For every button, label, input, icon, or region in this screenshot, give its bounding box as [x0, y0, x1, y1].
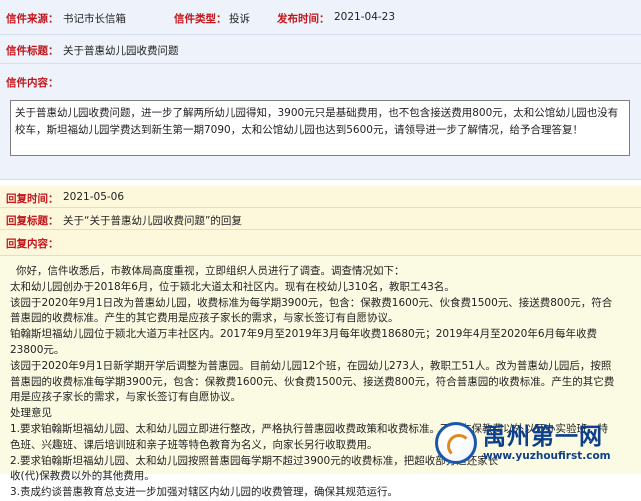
letter-source-label: 信件来源：: [6, 13, 59, 25]
reply-content-label: 回复内容：: [6, 238, 59, 250]
reply-time-row: 回复时间： 2021-05-06: [0, 186, 641, 208]
letter-title-value: 关于普惠幼儿园收费问题: [63, 45, 179, 57]
reply-content-line: 太和幼儿园创办于2018年6月，位于颍北大道太和社区内。现有在校幼儿310名，教…: [10, 280, 455, 293]
watermark-url: www.yuzhoufirst.com: [483, 449, 611, 462]
reply-content-label-row: 回复内容：: [0, 230, 641, 256]
reply-content-line: 3.责成约谈普惠教育总支进一步加强对辖区内幼儿园的收费管理，确保其规范运行。: [10, 486, 399, 499]
reply-content-line: 该园于2020年9月1日新学期开学后调整为普惠园。目前幼儿园12个班，在园幼儿2…: [10, 359, 612, 372]
reply-content-line: 你好，信件收悉后，市教体局高度重视，立即组织人员进行了调查。调查情况如下：: [16, 265, 405, 277]
reply-content-area: 你好，信件收悉后，市教体局高度重视，立即组织人员进行了调查。调查情况如下： 太和…: [0, 256, 641, 498]
letter-content-label: 信件内容：: [6, 77, 59, 89]
letter-title-row: 信件标题： 关于普惠幼儿园收费问题: [0, 35, 641, 64]
letter-content-row: 信件内容： 关于普惠幼儿园收费问题，进一步了解两所幼儿园得知，3900元只是基础…: [0, 64, 641, 180]
reply-content-line: 该园于2020年9月1日改为普惠幼儿园，收费标准为每学期3900元，包含：保教费…: [10, 296, 613, 309]
letter-date-value: 2021-04-23: [334, 11, 396, 23]
letter-content-line: 关于普惠幼儿园收费问题，进一步了解两所幼儿园得知，3900元只是基础费用，也不包…: [15, 107, 619, 119]
letter-date-label: 发布时间：: [277, 13, 330, 25]
letter-title-label: 信件标题：: [6, 45, 59, 57]
letter-content-box: 关于普惠幼儿园收费问题，进一步了解两所幼儿园得知，3900元只是基础费用，也不包…: [10, 100, 630, 156]
reply-title-value: 关于“关于普惠幼儿园收费问题”的回复: [63, 215, 242, 227]
reply-time-value: 2021-05-06: [63, 191, 125, 203]
reply-title-row: 回复标题： 关于“关于普惠幼儿园收费问题”的回复: [0, 208, 641, 230]
letter-source-value: 书记市长信箱: [63, 13, 126, 25]
reply-content-line: 普惠园的收费标准每学期3900元，包含：保教费1600元、伙食费1500元、接送…: [10, 375, 615, 388]
letter-meta-row: 信件来源： 书记市长信箱 信件类型： 投诉 发布时间： 2021-04-23: [0, 0, 641, 35]
watermark-brand: 禹州第一网: [483, 423, 603, 450]
letter-content-line: 校车，斯坦福幼儿园学费达到新生第一期7090，太和公馆幼儿园也达到5600元，请…: [15, 124, 583, 136]
reply-title-label: 回复标题：: [6, 215, 59, 227]
reply-content-line: 23800元。: [10, 343, 65, 356]
letter-type-label: 信件类型：: [174, 13, 227, 25]
reply-content-line: 铂翰斯坦福幼儿园位于颍北大道万丰社区内。2017年9月至2019年3月每年收费1…: [10, 328, 598, 341]
reply-content-line: 普惠园的收费标准。产生的其它费用是应孩子家长的需求，与家长签订有自愿协议。: [10, 312, 399, 325]
letter-type-value: 投诉: [229, 13, 250, 25]
reply-content-line: 用是应孩子家长的需求，与家长签订有自愿协议。: [10, 391, 241, 404]
reply-time-label: 回复时间：: [6, 193, 59, 205]
site-watermark: 禹州第一网 www.yuzhoufirst.com: [435, 414, 635, 472]
site-logo-icon: [435, 422, 477, 464]
